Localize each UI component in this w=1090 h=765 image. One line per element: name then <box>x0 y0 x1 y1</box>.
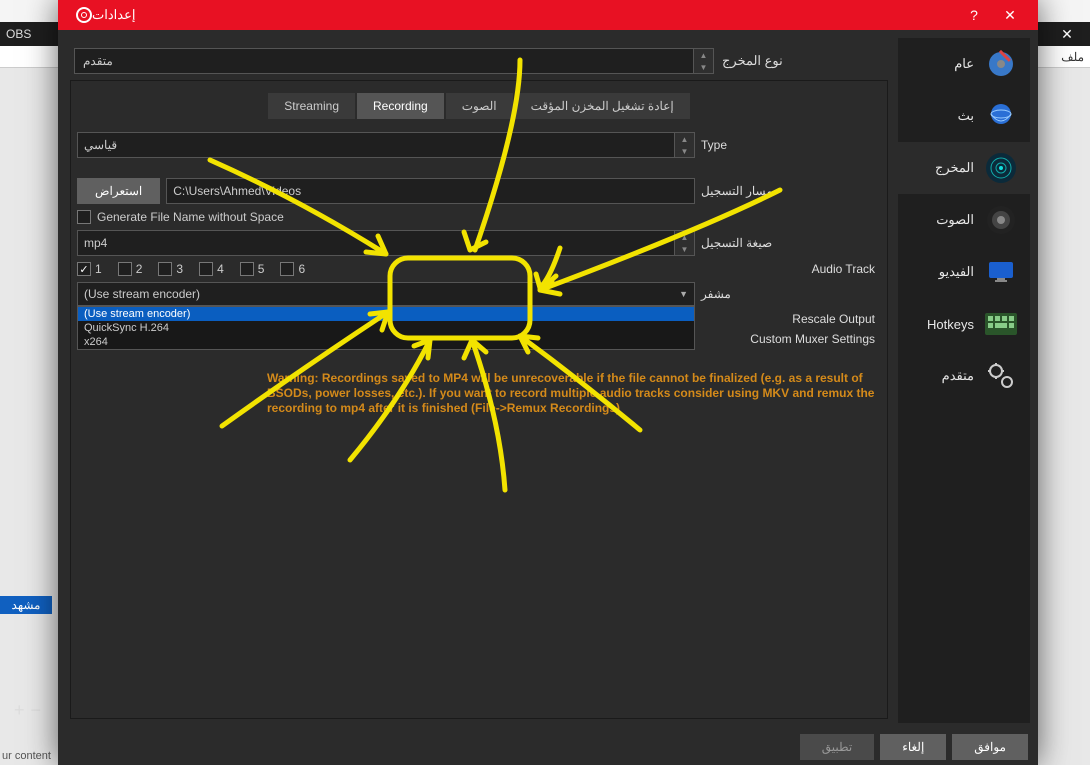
sidebar-item-video[interactable]: الفيديو <box>898 246 1030 298</box>
muxer-label: Custom Muxer Settings <box>695 332 881 346</box>
recording-format-label: صيغة التسجيل <box>695 236 881 250</box>
mp4-warning: Warning: Recordings saved to MP4 will be… <box>77 367 881 416</box>
dialog-title: إعدادات <box>92 7 135 23</box>
sidebar-item-label: متقدم <box>942 368 974 384</box>
encoder-select[interactable]: (Use stream encoder)▼ (Use stream encode… <box>77 282 695 306</box>
cancel-button[interactable]: إلغاء <box>880 734 946 760</box>
audio-track-group: 1 2 3 4 5 6 <box>77 262 695 276</box>
speaker-icon <box>984 203 1018 237</box>
background-menu-file[interactable]: ملف <box>1061 50 1084 64</box>
dialog-footer: تطبيق إلغاء موافق <box>58 731 1038 765</box>
encoder-dropdown-list: (Use stream encoder) QuickSync H.264 x26… <box>77 306 695 350</box>
help-button[interactable]: ? <box>956 0 992 30</box>
background-close-button[interactable]: ✕ <box>1044 22 1090 46</box>
encoder-option-quicksync[interactable]: QuickSync H.264 <box>78 321 694 335</box>
settings-dialog: إعدادات ? ✕ عام بث المخرج الصوت <box>58 0 1038 765</box>
tab-audio[interactable]: الصوت <box>446 93 513 119</box>
no-space-checkbox[interactable]: Generate File Name without Space <box>77 210 695 224</box>
audio-track-6[interactable]: 6 <box>280 262 305 276</box>
sidebar-item-hotkeys[interactable]: Hotkeys <box>898 298 1030 350</box>
tab-replay-buffer[interactable]: إعادة تشغيل المخزن المؤقت <box>515 93 690 119</box>
sidebar-item-label: الصوت <box>936 212 974 228</box>
close-button[interactable]: ✕ <box>992 0 1028 30</box>
sidebar-item-label: عام <box>954 56 974 72</box>
sidebar-item-label: الفيديو <box>939 264 974 280</box>
type-select[interactable]: قياسي▲▼ <box>77 132 695 158</box>
obs-icon <box>76 7 92 23</box>
settings-sidebar: عام بث المخرج الصوت الفيديو Hotkeys <box>898 38 1030 723</box>
sidebar-item-advanced[interactable]: متقدم <box>898 350 1030 402</box>
gear-icon <box>984 47 1018 81</box>
tab-recording[interactable]: Recording <box>357 93 444 119</box>
rescale-label: Rescale Output <box>695 312 881 326</box>
audio-track-1[interactable]: 1 <box>77 262 102 276</box>
remove-scene-button[interactable]: − <box>31 700 42 721</box>
sidebar-item-audio[interactable]: الصوت <box>898 194 1030 246</box>
audio-track-2[interactable]: 2 <box>118 262 143 276</box>
browse-button[interactable]: استعراض <box>77 178 160 204</box>
sidebar-item-stream[interactable]: بث <box>898 90 1030 142</box>
apply-button[interactable]: تطبيق <box>800 734 874 760</box>
recording-path-input[interactable]: C:\Users\Ahmed\Videos <box>166 178 695 204</box>
scene-label: مشهد <box>0 596 52 614</box>
encoder-option-stream[interactable]: (Use stream encoder) <box>78 307 694 321</box>
cogs-icon <box>984 359 1018 393</box>
output-mode-label: نوع المخرج <box>714 53 884 69</box>
encoder-label: مشفر <box>695 287 881 301</box>
audio-track-5[interactable]: 5 <box>240 262 265 276</box>
encoder-option-x264[interactable]: x264 <box>78 335 694 349</box>
recording-format-select[interactable]: mp4▲▼ <box>77 230 695 256</box>
sidebar-item-label: Hotkeys <box>927 317 974 332</box>
background-footer-text: ur content <box>0 750 51 762</box>
sidebar-item-general[interactable]: عام <box>898 38 1030 90</box>
titlebar: إعدادات ? ✕ <box>58 0 1038 30</box>
audio-track-3[interactable]: 3 <box>158 262 183 276</box>
sidebar-item-label: المخرج <box>935 160 974 176</box>
keyboard-icon <box>984 307 1018 341</box>
tab-streaming[interactable]: Streaming <box>268 93 355 119</box>
globe-icon <box>984 99 1018 133</box>
monitor-icon <box>984 255 1018 289</box>
add-scene-button[interactable]: + <box>14 700 25 721</box>
background-app-title: OBS <box>6 27 31 41</box>
audio-track-label: Audio Track <box>695 262 881 276</box>
type-label: Type <box>695 138 881 152</box>
audio-track-4[interactable]: 4 <box>199 262 224 276</box>
output-icon <box>984 151 1018 185</box>
output-mode-select[interactable]: متقدم ▲▼ <box>74 48 714 74</box>
ok-button[interactable]: موافق <box>952 734 1028 760</box>
sidebar-item-output[interactable]: المخرج <box>898 142 1030 194</box>
recording-path-label: مسار التسجيل <box>695 184 881 198</box>
sidebar-item-label: بث <box>958 108 974 124</box>
